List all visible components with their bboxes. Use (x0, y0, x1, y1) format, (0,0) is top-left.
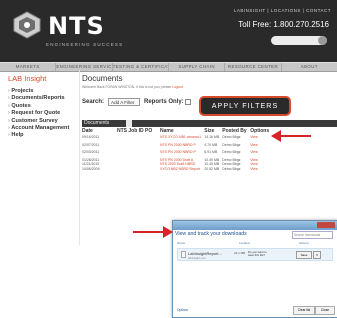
pdf-file-icon (181, 251, 186, 258)
documents-tab-bar: Documents (82, 120, 337, 127)
save-button[interactable]: Save (296, 251, 312, 259)
sidebar-item-account-management[interactable]: Account Management (8, 125, 83, 132)
cell-job (117, 167, 160, 172)
download-file-source: labinsight.com (188, 256, 206, 260)
welcome-message: Welcome Back FORAN WINSTON, if this is n… (82, 85, 183, 89)
dialog-title-bar[interactable] (173, 221, 337, 230)
view-link[interactable]: View (250, 167, 272, 172)
close-button[interactable]: Close (315, 306, 335, 315)
col-location[interactable]: Location (239, 241, 250, 245)
main-content: Documents Welcome Back FORAN WINSTON, if… (79, 70, 337, 245)
sidebar: Projects Documents/Reports Quotes Reques… (8, 88, 83, 140)
cell-size: 20.52 MB (204, 166, 220, 171)
top-links[interactable]: LABINSIGHT | LOCATIONS | CONTACT (234, 8, 331, 13)
window-close-icon[interactable] (317, 222, 335, 228)
clear-list-button[interactable]: Clear list (293, 306, 315, 315)
brand-tagline: ENGINEERING SUCCESS (46, 42, 124, 47)
download-row[interactable]: LabInsightReport... labinsight.com 22.1 … (177, 248, 333, 261)
brand-name[interactable]: NTS (48, 12, 105, 40)
filter-select-value: Add A Filter (111, 100, 135, 105)
col-posted-by[interactable]: Posted By (222, 128, 250, 135)
site-search-input[interactable] (271, 36, 327, 45)
search-downloads-input[interactable]: Search downloads (292, 231, 333, 239)
col-date[interactable]: Date (82, 128, 117, 135)
documents-tab[interactable]: Documents (84, 120, 109, 127)
sidebar-item-request-for-quote[interactable]: Request for Quote (8, 110, 83, 117)
nts-logo-icon[interactable] (10, 10, 44, 40)
save-dropdown-icon[interactable]: ▾ (313, 251, 321, 259)
cell-name[interactable]: NTS XYCO-NB1 amonco1 (160, 135, 204, 140)
documents-table: Date NTS Job ID PO Name Size Posted By O… (82, 128, 272, 172)
col-size[interactable]: Size (204, 128, 222, 135)
cell-posted-by: Demo Bbgz (222, 166, 241, 171)
page-title: Documents (82, 74, 123, 83)
welcome-text: Welcome Back FORAN WINSTON, if this is n… (82, 85, 172, 89)
apply-filters-button[interactable]: APPLY FILTERS (199, 96, 291, 116)
sidebar-item-quotes[interactable]: Quotes (8, 103, 83, 110)
table-row: 10/06/2009 XYCO NB2 NBRD Report 20.52 MB… (82, 167, 272, 172)
sidebar-item-documents-reports[interactable]: Documents/Reports (8, 95, 83, 102)
site-header: NTS ENGINEERING SUCCESS LABINSIGHT | LOC… (0, 0, 337, 62)
arrow-to-downloads-title-icon (133, 226, 173, 238)
reports-only-label: Reports Only: (144, 99, 184, 105)
options-link[interactable]: Options (177, 308, 188, 312)
col-options: Options (250, 128, 270, 134)
col-name[interactable]: Name (177, 241, 185, 245)
logout-link[interactable]: Logout (172, 85, 182, 89)
col-actions: Actions (299, 241, 309, 245)
search-label: Search: (82, 99, 105, 105)
toll-free-number: Toll Free: 1.800.270.2516 (238, 20, 329, 29)
cell-name[interactable]: XYCO NB2 NBRD Report (160, 167, 204, 172)
search-go-icon[interactable] (318, 36, 327, 45)
download-question: Do you want to save this file? (248, 250, 267, 258)
sidebar-title: LAB Insight (8, 74, 47, 83)
reports-only-checkbox[interactable] (185, 99, 191, 105)
arrow-to-first-view-icon (271, 130, 311, 142)
nav-item-markets[interactable]: MARKETS (0, 63, 57, 71)
sidebar-item-customer-survey[interactable]: Customer Survey (8, 118, 83, 125)
col-job-id[interactable]: NTS Job ID PO (117, 128, 160, 135)
tab-separator (126, 120, 132, 127)
download-column-headers: Name Location Actions (177, 241, 333, 246)
download-file-size: 22.1 MB (234, 251, 246, 255)
sidebar-item-help[interactable]: Help (8, 132, 83, 139)
downloads-dialog: View and track your downloads Search dow… (172, 220, 337, 318)
table-header-row: Date NTS Job ID PO Name Size Posted By O… (82, 128, 272, 135)
cell-date: 10/06/2009 (82, 166, 100, 171)
col-name[interactable]: Name (160, 128, 204, 135)
sidebar-item-projects[interactable]: Projects (8, 88, 83, 95)
filter-select[interactable]: Add A Filter (108, 98, 140, 106)
